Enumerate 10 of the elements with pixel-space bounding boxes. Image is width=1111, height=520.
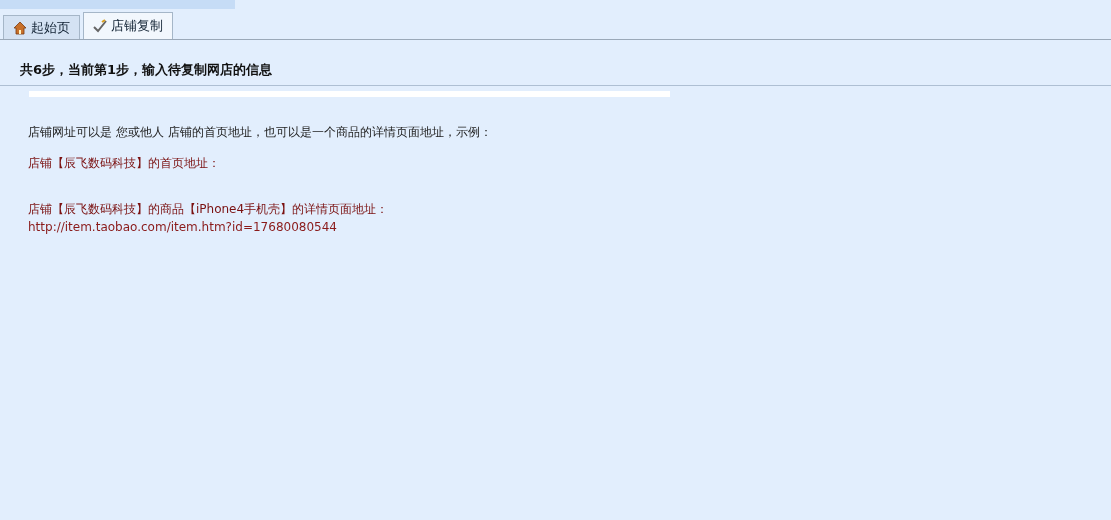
intro-text: 店铺网址可以是 您或他人 店铺的首页地址，也可以是一个商品的详情页面地址，示例： xyxy=(28,124,493,141)
input-field[interactable] xyxy=(29,91,670,97)
check-icon xyxy=(93,19,107,33)
example-url: http://item.taobao.com/item.htm?id=17680080544 xyxy=(28,219,338,236)
tab[interactable]: 店铺复制 xyxy=(83,12,173,39)
house-icon xyxy=(13,20,27,35)
example-label: 店铺【辰飞数码科技】的首页地址： xyxy=(28,155,221,172)
tab[interactable]: 起始页 xyxy=(3,15,80,39)
step-title: 共6步，当前第1步，输入待复制网店的信息 xyxy=(20,62,273,77)
example-label: 店铺【辰飞数码科技】的商品【iPhone4手机壳】的详情页面地址： xyxy=(28,201,390,218)
